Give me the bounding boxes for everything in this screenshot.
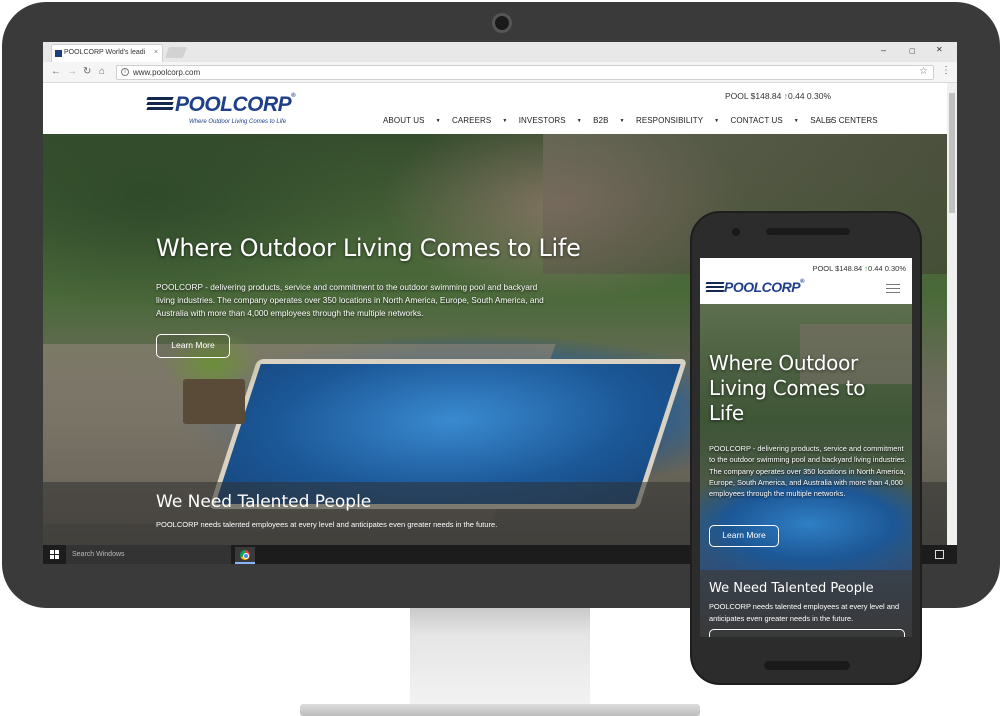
main-nav: ABOUT US ▼ CAREERS ▼ INVESTORS ▼ B2B ▼ RESPO… bbox=[383, 116, 896, 128]
mobile-hero-section: Where Outdoor Living Comes to Life POOLC… bbox=[700, 304, 912, 637]
mobile-careers-band: We Need Talented People POOLCORP needs t… bbox=[700, 570, 912, 637]
info-icon[interactable]: i bbox=[121, 68, 129, 76]
phone-device: POOL $148.84 ↑0.44 0.30% POOLCORP® Where… bbox=[690, 211, 922, 685]
learn-more-button[interactable]: Learn More bbox=[156, 334, 230, 358]
scrollbar-thumb[interactable] bbox=[949, 93, 955, 213]
search-icon[interactable]: ⌕ bbox=[828, 115, 833, 126]
logo-tagline: Where Outdoor Living Comes to Life bbox=[189, 119, 287, 125]
mobile-hero-description: POOLCORP - delivering products, service … bbox=[709, 444, 907, 499]
mobile-stock-change: 0.44 0.30% bbox=[868, 264, 906, 273]
mobile-learn-more-button[interactable]: Learn More bbox=[709, 525, 779, 547]
notification-icon[interactable] bbox=[935, 550, 944, 559]
chrome-icon[interactable] bbox=[235, 547, 255, 564]
camera-icon bbox=[492, 13, 512, 33]
monitor-stand bbox=[410, 608, 590, 704]
phone-screen: POOL $148.84 ↑0.44 0.30% POOLCORP® Where… bbox=[700, 258, 912, 637]
nav-careers[interactable]: CAREERS ▼ bbox=[452, 116, 507, 125]
nav-b2b[interactable]: B2B ▼ bbox=[593, 116, 624, 125]
favicon-icon bbox=[55, 50, 62, 57]
bookmark-star-icon[interactable]: ☆ bbox=[919, 66, 928, 77]
tab-close-icon[interactable]: × bbox=[154, 49, 158, 56]
url-text: www.poolcorp.com bbox=[133, 68, 201, 77]
nav-sales-centers[interactable]: SALES CENTERS bbox=[810, 116, 887, 125]
mobile-careers-button[interactable] bbox=[709, 629, 905, 637]
logo-mark-icon bbox=[146, 97, 174, 113]
close-window-icon[interactable]: ✕ bbox=[936, 45, 943, 54]
hero-description: POOLCORP - delivering products, service … bbox=[156, 282, 544, 318]
reload-icon[interactable]: ↻ bbox=[83, 66, 91, 77]
new-tab-button[interactable] bbox=[164, 47, 188, 58]
nav-investors[interactable]: INVESTORS ▼ bbox=[519, 116, 582, 125]
device-mockup: POOLCORP World's leadi × – ▢ ✕ ← → ↻ ⌂ i… bbox=[0, 0, 1000, 716]
tab-bar: POOLCORP World's leadi × – ▢ ✕ bbox=[43, 42, 957, 62]
stock-ticker: POOL $148.84 ↑0.44 0.30% bbox=[725, 91, 831, 101]
browser-menu-icon[interactable]: ⋮ bbox=[941, 65, 951, 76]
address-bar: ← → ↻ ⌂ i www.poolcorp.com ☆ ⋮ bbox=[43, 62, 957, 83]
site-header: POOLCORP® Where Outdoor Living Comes to … bbox=[43, 83, 947, 134]
nav-contact-us[interactable]: CONTACT US ▼ bbox=[731, 116, 799, 125]
home-icon[interactable]: ⌂ bbox=[99, 66, 105, 77]
mobile-careers-title: We Need Talented People bbox=[709, 581, 874, 596]
scrollbar[interactable] bbox=[947, 83, 957, 545]
browser-tab[interactable]: POOLCORP World's leadi × bbox=[51, 44, 163, 62]
careers-text: POOLCORP needs talented employees at eve… bbox=[156, 520, 498, 529]
windows-start-icon[interactable] bbox=[50, 550, 59, 559]
poolcorp-logo[interactable]: POOLCORP® Where Outdoor Living Comes to … bbox=[146, 93, 307, 129]
mobile-stock-price: POOL $148.84 bbox=[812, 264, 863, 273]
back-icon[interactable]: ← bbox=[51, 66, 61, 77]
stock-price: POOL $148.84 bbox=[725, 91, 782, 101]
mobile-hero-title: Where Outdoor Living Comes to Life bbox=[709, 351, 866, 425]
url-input[interactable]: i www.poolcorp.com ☆ bbox=[116, 65, 934, 80]
phone-speaker bbox=[766, 228, 850, 235]
mobile-careers-text: POOLCORP needs talented employees at eve… bbox=[709, 602, 900, 623]
monitor-base bbox=[300, 704, 700, 716]
hero-planter bbox=[183, 379, 245, 424]
phone-camera-icon bbox=[732, 228, 740, 236]
nav-responsibility[interactable]: RESPONSIBILITY ▼ bbox=[636, 116, 719, 125]
mobile-stock-ticker: POOL $148.84 ↑0.44 0.30% bbox=[812, 264, 906, 273]
minimize-icon[interactable]: – bbox=[881, 45, 886, 55]
taskbar-search-input[interactable]: Search Windows bbox=[66, 545, 231, 564]
tab-title: POOLCORP World's leadi bbox=[64, 49, 146, 56]
nav-about-us[interactable]: ABOUT US ▼ bbox=[383, 116, 441, 125]
hamburger-menu-icon[interactable] bbox=[886, 284, 900, 294]
logo-wordmark: POOLCORP® bbox=[175, 93, 296, 116]
mobile-poolcorp-logo[interactable]: POOLCORP® bbox=[705, 279, 826, 299]
forward-icon[interactable]: → bbox=[67, 66, 77, 77]
stock-change: 0.44 0.30% bbox=[788, 91, 832, 101]
mobile-logo-wordmark: POOLCORP® bbox=[724, 279, 805, 295]
mobile-logo-mark-icon bbox=[705, 282, 725, 292]
maximize-icon[interactable]: ▢ bbox=[909, 47, 916, 55]
hero-title: Where Outdoor Living Comes to Life bbox=[156, 234, 581, 262]
phone-home-bar bbox=[764, 661, 850, 670]
careers-title: We Need Talented People bbox=[156, 492, 372, 512]
